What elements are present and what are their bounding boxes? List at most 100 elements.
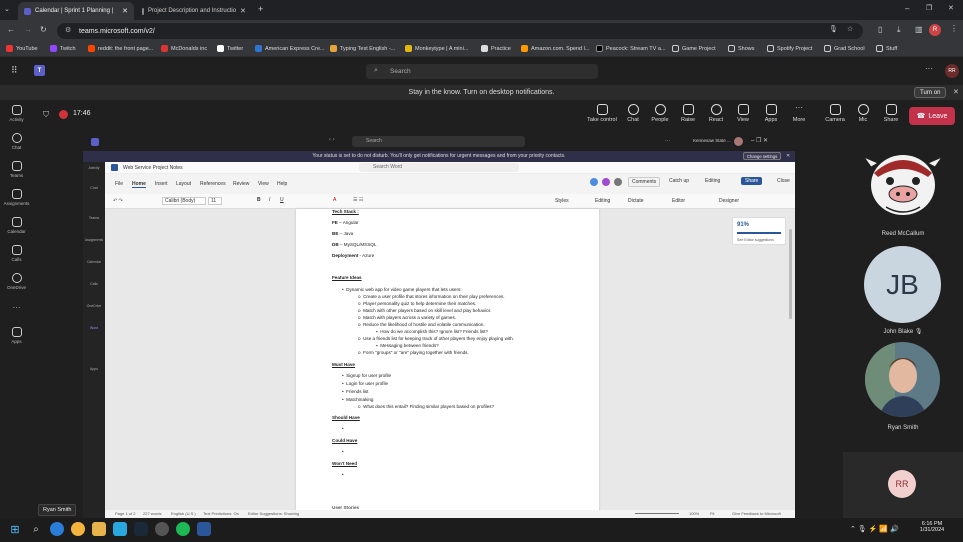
chat-icon	[627, 104, 639, 115]
status-zoom: 100%	[689, 511, 700, 516]
font-size-field: 11	[208, 197, 222, 205]
editor-button: Editor	[672, 198, 686, 204]
spotify-icon[interactable]	[176, 522, 190, 536]
search-icon[interactable]: ⌕	[29, 522, 43, 536]
app-launcher-icon[interactable]: ⠿	[11, 65, 18, 76]
camera-button[interactable]: Camera	[820, 104, 850, 123]
teams-logo-icon	[91, 138, 99, 146]
smiley-icon	[710, 104, 722, 115]
rail-more[interactable]: ···	[0, 303, 33, 312]
rail-apps[interactable]: Apps	[0, 327, 33, 344]
download-icon[interactable]: ⤓	[897, 25, 901, 35]
dictate-button: Dictate	[628, 198, 644, 204]
rail-teams[interactable]: Teams	[0, 161, 33, 178]
turn-on-button[interactable]: Turn on	[914, 87, 947, 98]
star-icon[interactable]: ☆	[847, 25, 853, 33]
menu-icon[interactable]: ⋮	[950, 24, 958, 33]
menu-help: Help	[277, 181, 288, 187]
teams-search-input[interactable]: ⌕ Search	[366, 64, 598, 79]
chrome-icon[interactable]	[71, 522, 85, 536]
hover-tooltip: Ryan Smith	[38, 504, 77, 516]
close-icon[interactable]: ✕	[122, 7, 128, 15]
rail-calendar[interactable]: Calendar	[0, 217, 33, 234]
maximize-icon[interactable]: ❐	[926, 4, 932, 12]
rail-assignments[interactable]: Assignments	[0, 189, 33, 206]
tab-project-description[interactable]: Project Description and Instructio ✕	[136, 2, 248, 20]
back-icon[interactable]: ←	[7, 25, 15, 34]
tab-list-icon[interactable]: ⌄	[4, 5, 10, 13]
url-field[interactable]: ⚙ teams.microsoft.com/v2/ 🎙 ☆	[57, 23, 863, 39]
stack-be: BE – Java	[332, 231, 354, 236]
bold-icon: B	[257, 197, 261, 203]
mic-icon[interactable]: 🎙	[829, 25, 838, 33]
list-item: •	[342, 449, 344, 454]
profile-avatar[interactable]: R	[929, 24, 941, 36]
more-options-icon[interactable]: ···	[925, 64, 933, 73]
sidebar-icon[interactable]: ▯	[878, 25, 882, 34]
take-control-button[interactable]: Take control	[587, 104, 617, 123]
close-window-icon[interactable]: ✕	[948, 4, 954, 12]
bookmark-typing-test[interactable]: Typing Test English -...	[330, 45, 395, 52]
forward-icon[interactable]: →	[24, 25, 32, 34]
steam-icon[interactable]	[134, 522, 148, 536]
apps-button[interactable]: Apps	[756, 104, 786, 123]
inner-dnd-banner: Your status is set to do not disturb. Yo…	[83, 151, 795, 162]
bookmark-monkeytype[interactable]: Monkeytype | A mini...	[405, 45, 468, 52]
editing-mode-button: Editing	[705, 178, 721, 184]
file-explorer-icon[interactable]	[92, 522, 106, 536]
inner-rail-calendar: Calendar	[86, 260, 102, 264]
minimize-icon[interactable]: –	[905, 4, 909, 13]
chat-button[interactable]: Chat	[618, 104, 648, 123]
bookmark-mcdonalds[interactable]: McDonalds inc	[161, 45, 207, 52]
bookmark-twitch[interactable]: Twitch	[50, 45, 76, 52]
share-button[interactable]: Share	[876, 104, 906, 123]
bookmark-spotify-project[interactable]: Spotify Project	[767, 45, 812, 52]
bookmark-amex[interactable]: American Express Cre...	[255, 45, 325, 52]
user-avatar[interactable]: RR	[945, 64, 959, 78]
app-icon[interactable]	[113, 522, 127, 536]
new-tab-icon[interactable]: +	[258, 4, 263, 14]
tray-icons[interactable]: ⌃ 🎙 ⚡ 📶 🔊	[850, 525, 899, 533]
windows-start-icon[interactable]: ⊞	[8, 522, 22, 536]
bookmark-practice[interactable]: Practice	[481, 45, 511, 52]
panel-icon[interactable]: ▥	[915, 25, 923, 34]
raise-hand-button[interactable]: Raise	[673, 104, 703, 123]
people-button[interactable]: People	[645, 104, 675, 123]
bookmark-game-project[interactable]: Game Project	[672, 45, 716, 52]
word-share-button: Share	[741, 177, 763, 185]
tab-calendar[interactable]: Calendar | Sprint 1 Planning | ✕	[18, 2, 134, 20]
bookmark-amazon[interactable]: Amazon.com. Spend l...	[521, 45, 589, 52]
site-info-icon[interactable]: ⚙	[65, 26, 71, 34]
mic-off-icon: 🎙	[914, 329, 923, 335]
close-icon: ✕	[786, 153, 791, 159]
bookmark-shows[interactable]: Shows	[728, 45, 755, 52]
bookmark-peacock[interactable]: Peacock: Stream TV a...	[596, 45, 666, 52]
bookmark-grad-school[interactable]: Grad School	[824, 45, 865, 52]
mic-button[interactable]: Mic	[848, 104, 878, 123]
list-item: o Player personality quiz to help determ…	[358, 301, 477, 306]
people-icon	[654, 104, 666, 115]
more-button[interactable]: ··· More	[784, 104, 814, 124]
bookmark-stuff[interactable]: Stuff	[876, 45, 897, 52]
rail-calls[interactable]: Calls	[0, 245, 33, 262]
view-button[interactable]: View	[728, 104, 758, 123]
edge-icon[interactable]	[50, 522, 64, 536]
word-icon[interactable]	[197, 522, 211, 536]
taskbar-clock[interactable]: 6:16 PM 1/31/2024	[912, 521, 952, 533]
rail-activity[interactable]: Activity	[0, 105, 33, 122]
rail-onedrive[interactable]: OneDrive	[0, 273, 33, 290]
rail-chat[interactable]: Chat	[0, 133, 33, 150]
menu-layout: Layout	[176, 181, 192, 187]
bookmark-youtube[interactable]: YouTube	[6, 45, 38, 52]
john-blake-avatar: JB	[864, 246, 941, 323]
leave-button[interactable]: ☎ Leave	[909, 107, 955, 125]
close-icon[interactable]: ✕	[953, 85, 959, 100]
security-icon[interactable]	[155, 522, 169, 536]
close-icon[interactable]: ✕	[240, 7, 246, 15]
bookmark-twitter[interactable]: Twitter	[217, 45, 243, 52]
bookmark-reddit[interactable]: reddit: the front page...	[88, 45, 153, 52]
notification-text: Stay in the know. Turn on desktop notifi…	[408, 89, 555, 96]
react-button[interactable]: React	[701, 104, 731, 123]
reload-icon[interactable]: ↻	[40, 25, 47, 34]
heading-tech-stack: Tech Stack :	[332, 209, 359, 214]
